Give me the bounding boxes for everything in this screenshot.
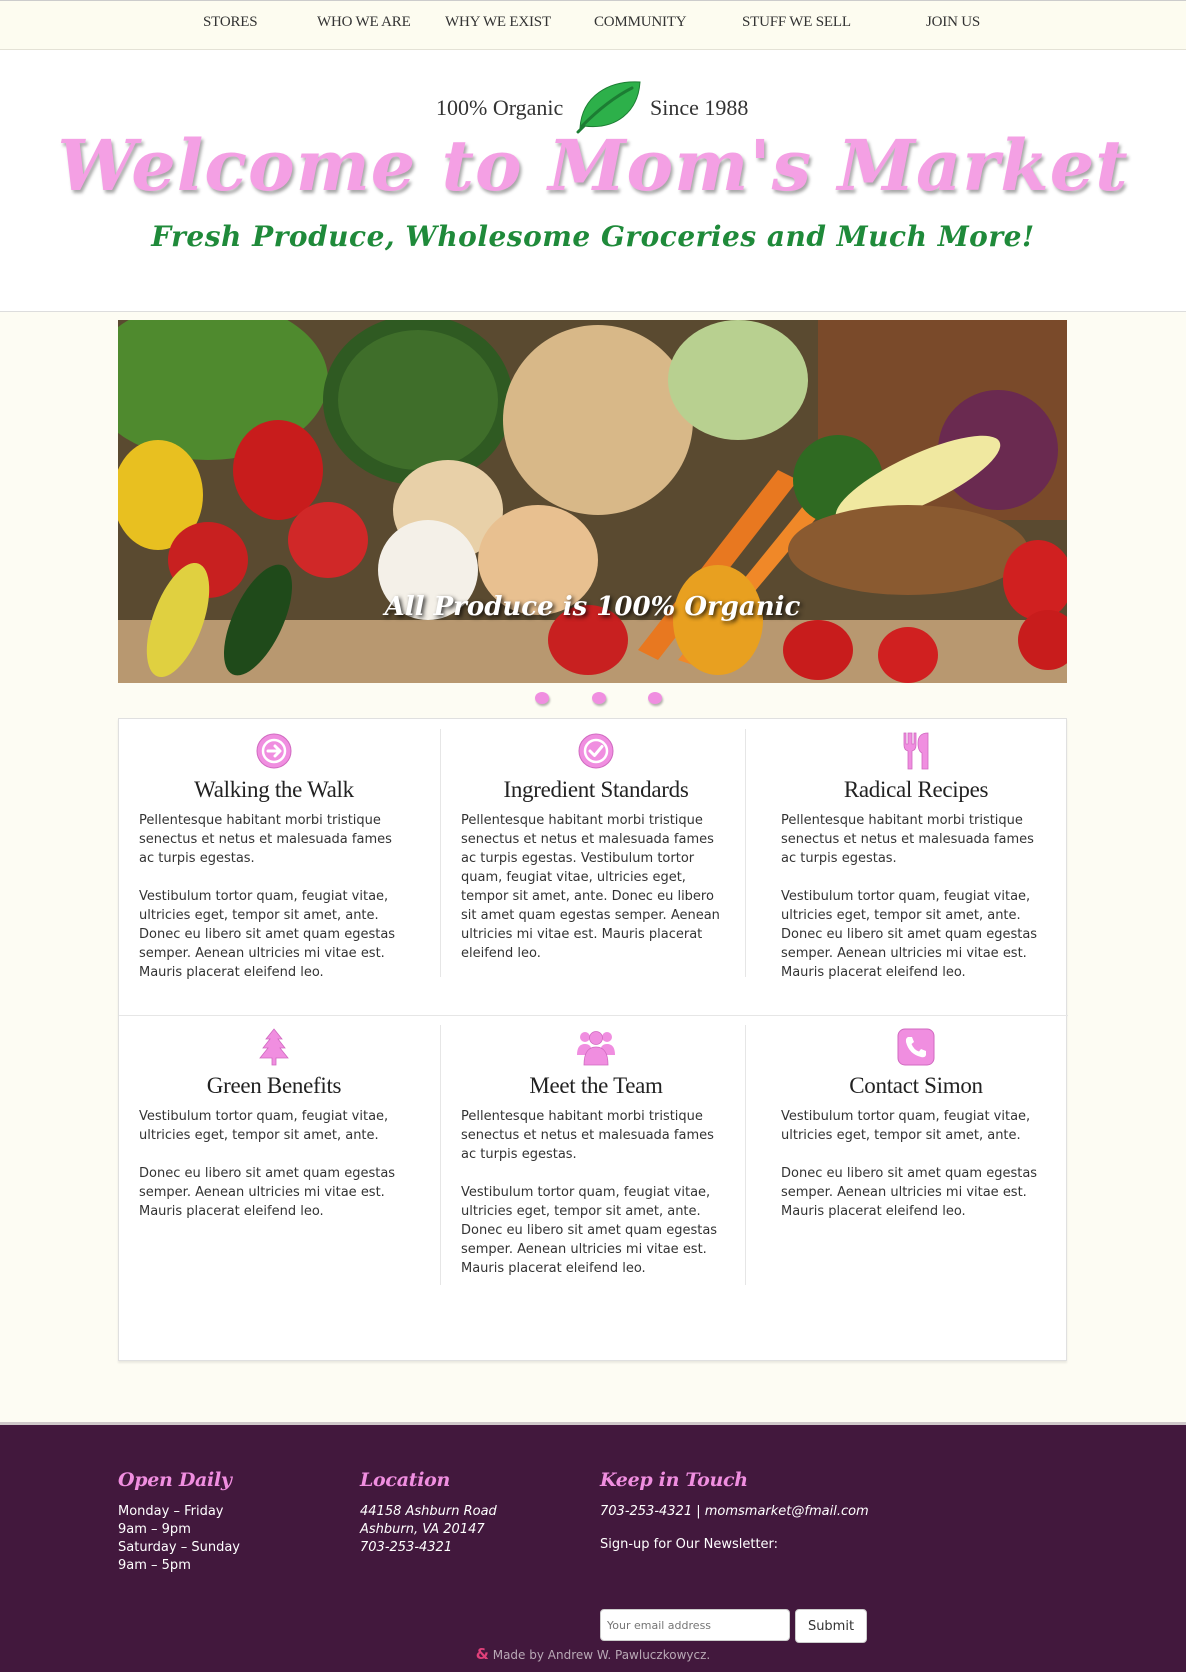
footer-heading: Open Daily bbox=[118, 1469, 232, 1491]
site-footer: Open Daily Monday – Friday 9am – 9pm Sat… bbox=[0, 1422, 1186, 1672]
hours-line: 9am – 9pm bbox=[118, 1522, 191, 1537]
site-header: 100% Organic Since 1988 Welcome to Mom's… bbox=[0, 50, 1186, 312]
phone-line: 703-253-4321 bbox=[360, 1540, 453, 1555]
nav-item-who-we-are[interactable]: WHO WE ARE bbox=[317, 14, 411, 31]
since-tagline: Since 1988 bbox=[650, 95, 749, 120]
address-line: Ashburn, VA 20147 bbox=[360, 1522, 485, 1537]
nav-item-stores[interactable]: STORES bbox=[203, 14, 258, 31]
feature-card-recipes: Radical Recipes Pellentesque habitant mo… bbox=[781, 731, 1051, 982]
organic-tagline: 100% Organic bbox=[436, 95, 564, 120]
feature-text: Donec eu libero sit amet quam egestas se… bbox=[781, 1166, 1038, 1219]
newsletter-label: Sign-up for Our Newsletter: bbox=[600, 1537, 779, 1552]
hours-line: 9am – 5pm bbox=[118, 1558, 191, 1573]
nav-item-join-us[interactable]: JOIN US bbox=[926, 14, 980, 31]
tree-icon bbox=[259, 1028, 289, 1066]
site-title: Welcome to Mom's Market bbox=[57, 124, 1129, 207]
row-divider bbox=[119, 1015, 1068, 1016]
feature-title: Ingredient Standards bbox=[503, 777, 689, 802]
column-divider bbox=[440, 1025, 441, 1285]
hero-caption: All Produce is 100% Organic bbox=[384, 592, 801, 622]
contact-line[interactable]: 703-253-4321 | momsmarket@fmail.com bbox=[600, 1503, 900, 1521]
feature-title: Contact Simon bbox=[849, 1073, 983, 1098]
column-divider bbox=[440, 729, 441, 977]
footer-contact: Keep in Touch 703-253-4321 | momsmarket@… bbox=[600, 1469, 900, 1649]
address-line: 44158 Ashburn Road bbox=[360, 1504, 497, 1519]
produce-photo bbox=[118, 320, 1067, 683]
newsletter-submit-button[interactable]: Submit bbox=[795, 1609, 867, 1643]
slide-dot-3[interactable] bbox=[648, 692, 662, 704]
fork-knife-icon bbox=[903, 732, 929, 770]
feature-text: Vestibulum tortor quam, feugiat vitae, u… bbox=[139, 1109, 389, 1143]
feature-text: Pellentesque habitant morbi tristique se… bbox=[461, 1109, 714, 1162]
feature-title: Green Benefits bbox=[206, 1073, 342, 1098]
feature-text: Pellentesque habitant morbi tristique se… bbox=[461, 813, 720, 961]
slide-dot-2[interactable] bbox=[592, 692, 606, 704]
feature-text: Vestibulum tortor quam, feugiat vitae, u… bbox=[139, 889, 396, 980]
phone-icon bbox=[897, 1028, 935, 1066]
feature-text: Vestibulum tortor quam, feugiat vitae, u… bbox=[781, 889, 1038, 980]
hero-slider[interactable]: All Produce is 100% Organic bbox=[118, 320, 1067, 683]
feature-text: Donec eu libero sit amet quam egestas se… bbox=[139, 1166, 396, 1219]
slide-dot-1[interactable] bbox=[535, 692, 549, 704]
nav-item-stuff-we-sell[interactable]: STUFF WE SELL bbox=[742, 14, 851, 31]
feature-card-contact: Contact Simon Vestibulum tortor quam, fe… bbox=[781, 1027, 1051, 1221]
features-panel: Walking the Walk Pellentesque habitant m… bbox=[118, 718, 1068, 1361]
feature-title: Radical Recipes bbox=[843, 777, 989, 802]
column-divider bbox=[745, 1025, 746, 1285]
feature-text: Vestibulum tortor quam, feugiat vitae, u… bbox=[461, 1185, 718, 1276]
footer-hours: Open Daily Monday – Friday 9am – 9pm Sat… bbox=[118, 1469, 240, 1575]
site-subtitle: Fresh Produce, Wholesome Groceries and M… bbox=[151, 220, 1035, 253]
footer-credit: & Made by Andrew W. Pawluczkowycz. bbox=[0, 1645, 1186, 1663]
team-icon bbox=[577, 1031, 615, 1066]
feature-title: Meet the Team bbox=[529, 1073, 663, 1098]
feature-text: Vestibulum tortor quam, feugiat vitae, u… bbox=[781, 1109, 1031, 1143]
feature-title: Walking the Walk bbox=[194, 777, 354, 802]
feature-card-green: Green Benefits Vestibulum tortor quam, f… bbox=[139, 1027, 409, 1221]
feature-card-team: Meet the Team Pellentesque habitant morb… bbox=[461, 1027, 731, 1278]
footer-heading: Keep in Touch bbox=[600, 1469, 748, 1491]
footer-heading: Location bbox=[360, 1469, 450, 1491]
hours-line: Saturday – Sunday bbox=[118, 1540, 240, 1555]
arrow-right-circle-icon bbox=[256, 733, 292, 769]
nav-item-why-we-exist[interactable]: WHY WE EXIST bbox=[445, 14, 551, 31]
column-divider bbox=[745, 729, 746, 977]
top-navigation: STORES WHO WE ARE WHY WE EXIST COMMUNITY… bbox=[0, 0, 1186, 50]
checkmark-circle-icon bbox=[578, 733, 614, 769]
feature-text: Pellentesque habitant morbi tristique se… bbox=[139, 813, 392, 866]
feature-card-walking: Walking the Walk Pellentesque habitant m… bbox=[139, 731, 409, 982]
newsletter-email-input[interactable] bbox=[600, 1609, 790, 1641]
ampersand-mark: & bbox=[475, 1645, 489, 1663]
credit-text: Made by Andrew W. Pawluczkowycz. bbox=[492, 1648, 711, 1662]
footer-location: Location 44158 Ashburn Road Ashburn, VA … bbox=[360, 1469, 497, 1557]
feature-card-ingredients: Ingredient Standards Pellentesque habita… bbox=[461, 731, 731, 963]
hours-line: Monday – Friday bbox=[118, 1504, 224, 1519]
nav-item-community[interactable]: COMMUNITY bbox=[594, 14, 687, 31]
feature-text: Pellentesque habitant morbi tristique se… bbox=[781, 813, 1034, 866]
